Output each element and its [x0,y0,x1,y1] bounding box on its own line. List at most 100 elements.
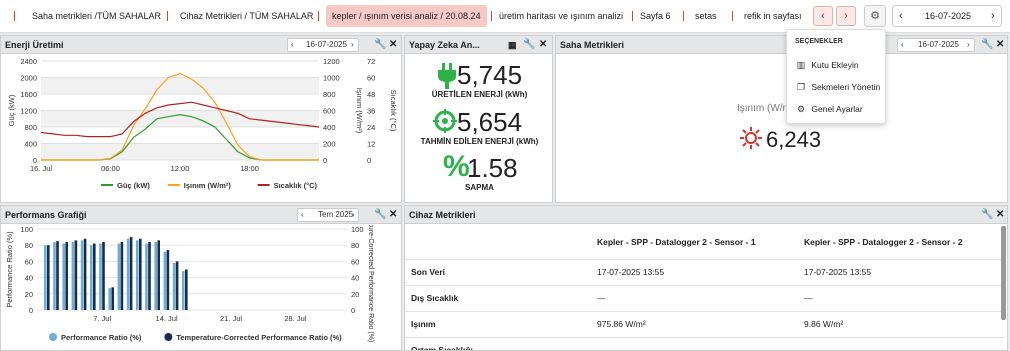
date-next-icon[interactable]: › [991,6,995,26]
wrench-icon[interactable]: 🔧 [374,39,386,51]
calendar-icon[interactable]: ▦ [508,39,517,51]
panel-period: Tem 2025 [318,210,354,219]
tab-refik-in-sayfasi[interactable]: refik in sayfası [744,5,802,27]
bar-0 [172,263,176,310]
bar-0 [163,251,167,310]
date-picker[interactable]: ‹ 16-07-2025 › [892,5,1002,27]
tab-kepler-isinim-analiz[interactable]: kepler / ışınım verisi analiz / 20.08.24 [326,5,487,27]
tab-separator [167,11,168,21]
chart-box-icon: ▥ [796,60,806,70]
panel-date-picker[interactable]: ‹ 16-07-2025 › [287,38,359,52]
tab-saha-metrikleri[interactable]: Saha metrikleri /TÜM SAHALAR [32,5,161,27]
legend-label: Performance Ratio (%) [61,333,142,342]
bar-1 [175,261,179,310]
wrench-icon[interactable]: 🔧 [374,209,386,221]
row-label: Dış Sıcaklık [405,285,591,312]
y2-axis-title: Temperature-Corrected Performance Ratio … [367,225,374,342]
grid-band [41,143,319,160]
bar-1 [120,241,124,310]
tab-uretim-haritasi[interactable]: üretim haritası ve ışınım analizi [499,5,623,27]
kpi-forecast-label: TAHMİN EDİLEN ENERJİ (kWh) [420,137,539,146]
bar-1 [47,245,50,310]
close-icon[interactable]: ✕ [996,39,1004,51]
menu-item-manage-tabs[interactable]: ❐ Sekmeleri Yönetin [793,79,880,95]
bar-1 [93,243,96,310]
bar-1 [185,269,188,310]
close-icon[interactable]: ✕ [389,39,397,51]
legend-swatch [49,333,57,341]
legend-swatch [164,333,173,341]
y-axis-title: Güç (kW) [7,94,16,126]
grid-band [41,110,319,127]
percent-icon: % [443,150,470,183]
x-tick-label: 12:00 [171,164,190,173]
panel-title: Saha Metrikleri [560,40,625,50]
chevron-right-icon[interactable]: › [352,209,355,221]
wrench-icon[interactable]: 🔧 [523,39,535,51]
table-cell: 9.86 W/m² [798,311,1005,338]
chevron-right-icon[interactable]: › [351,39,354,51]
tab-setas[interactable]: setas [695,5,717,27]
tab-prev-button[interactable]: ‹ [813,6,833,26]
chevron-left-icon[interactable]: ‹ [901,39,904,51]
table-cell: — [798,337,1005,350]
table-cell: 17-07-2025 13:55 [798,259,1005,286]
energy-panel: Enerji Üretimi ‹ 16-07-2025 › 🔧 ✕ 0 400 80… [0,35,402,203]
y-tick-label: 60 [25,257,33,266]
y2-tick-label: 100 [351,225,364,234]
date-value: 16-07-2025 [925,11,972,21]
y2-tick-label: 80 [351,241,359,250]
panel-header: Saha Metrikleri ‹ 16-07-2025 › 🔧 ✕ [556,36,1007,54]
device-metrics-table: Kepler - SPP - Datalogger 2 - Sensor - 1… [405,225,1005,350]
sun-icon [740,127,762,149]
menu-item-add-box[interactable]: ▥ Kutu Ekleyin [793,57,859,73]
table-row: Ortam Sıcaklığı — — [405,337,1005,350]
table-header: Kepler - SPP - Datalogger 2 - Sensor - 1 [591,225,798,260]
y2-tick-label: 1200 [323,57,340,66]
menu-item-general-settings[interactable]: ⚙ Genel Ayarlar [793,101,863,117]
y3-tick-label: 48 [367,90,375,99]
chevron-left-icon[interactable]: ‹ [301,209,304,221]
tab-cihaz-metrikleri[interactable]: Cihaz Metrikleri / TÜM SAHALAR [180,5,313,27]
date-prev-icon[interactable]: ‹ [899,6,903,26]
bar-0 [126,238,130,310]
y-tick-label: 20 [25,290,33,299]
bar-1 [102,241,105,310]
tab-separator [318,11,319,21]
tab-separator [683,11,684,21]
bar-0 [53,241,56,310]
x-tick-label: 28. Jul [284,314,306,323]
tab-next-button[interactable]: › [836,6,856,26]
energy-chart: 0 400 800 1200 1600 2000 2400 0 200 400 600 800 1000… [7,57,398,190]
chevron-left-icon: ‹ [821,10,825,22]
x-tick-label: 14. Jul [156,314,178,323]
tab-separator [732,11,733,21]
chevron-right-icon[interactable]: › [967,39,970,51]
panel-period-picker[interactable]: ‹ Tem 2025 › [297,208,359,222]
panel-date-picker[interactable]: ‹ 16-07-2025 › [897,38,975,52]
settings-button[interactable]: ⚙ [864,5,886,27]
table-cell: — [591,285,798,312]
y-tick-label: 2400 [20,57,37,66]
x-tick-label: 06:00 [101,164,120,173]
chevron-left-icon[interactable]: ‹ [291,39,294,51]
close-icon[interactable]: ✕ [389,209,397,221]
y-tick-label: 400 [24,140,37,149]
bar-0 [90,245,93,310]
tab-separator [14,11,15,21]
bar-1 [74,240,78,310]
settings-menu: SEÇENEKLER ▥ Kutu Ekleyin ❐ Sekmeleri Yö… [786,29,886,124]
vertical-scrollbar[interactable] [1001,226,1006,320]
y-tick-label: 100 [20,225,33,234]
table-header [405,225,591,260]
bar-0 [182,271,185,310]
table-row: Son Veri 17-07-2025 13:55 17-07-2025 13:… [405,259,1005,286]
wrench-icon[interactable]: 🔧 [981,209,993,221]
close-icon[interactable]: ✕ [996,209,1004,221]
x-tick-label: 16. Jul [30,164,52,173]
wrench-icon[interactable]: 🔧 [981,39,993,51]
tab-sayfa-6[interactable]: Sayfa 6 [640,5,671,27]
y-tick-label: 2000 [20,74,37,83]
close-icon[interactable]: ✕ [539,39,547,51]
bar-1 [56,241,59,310]
